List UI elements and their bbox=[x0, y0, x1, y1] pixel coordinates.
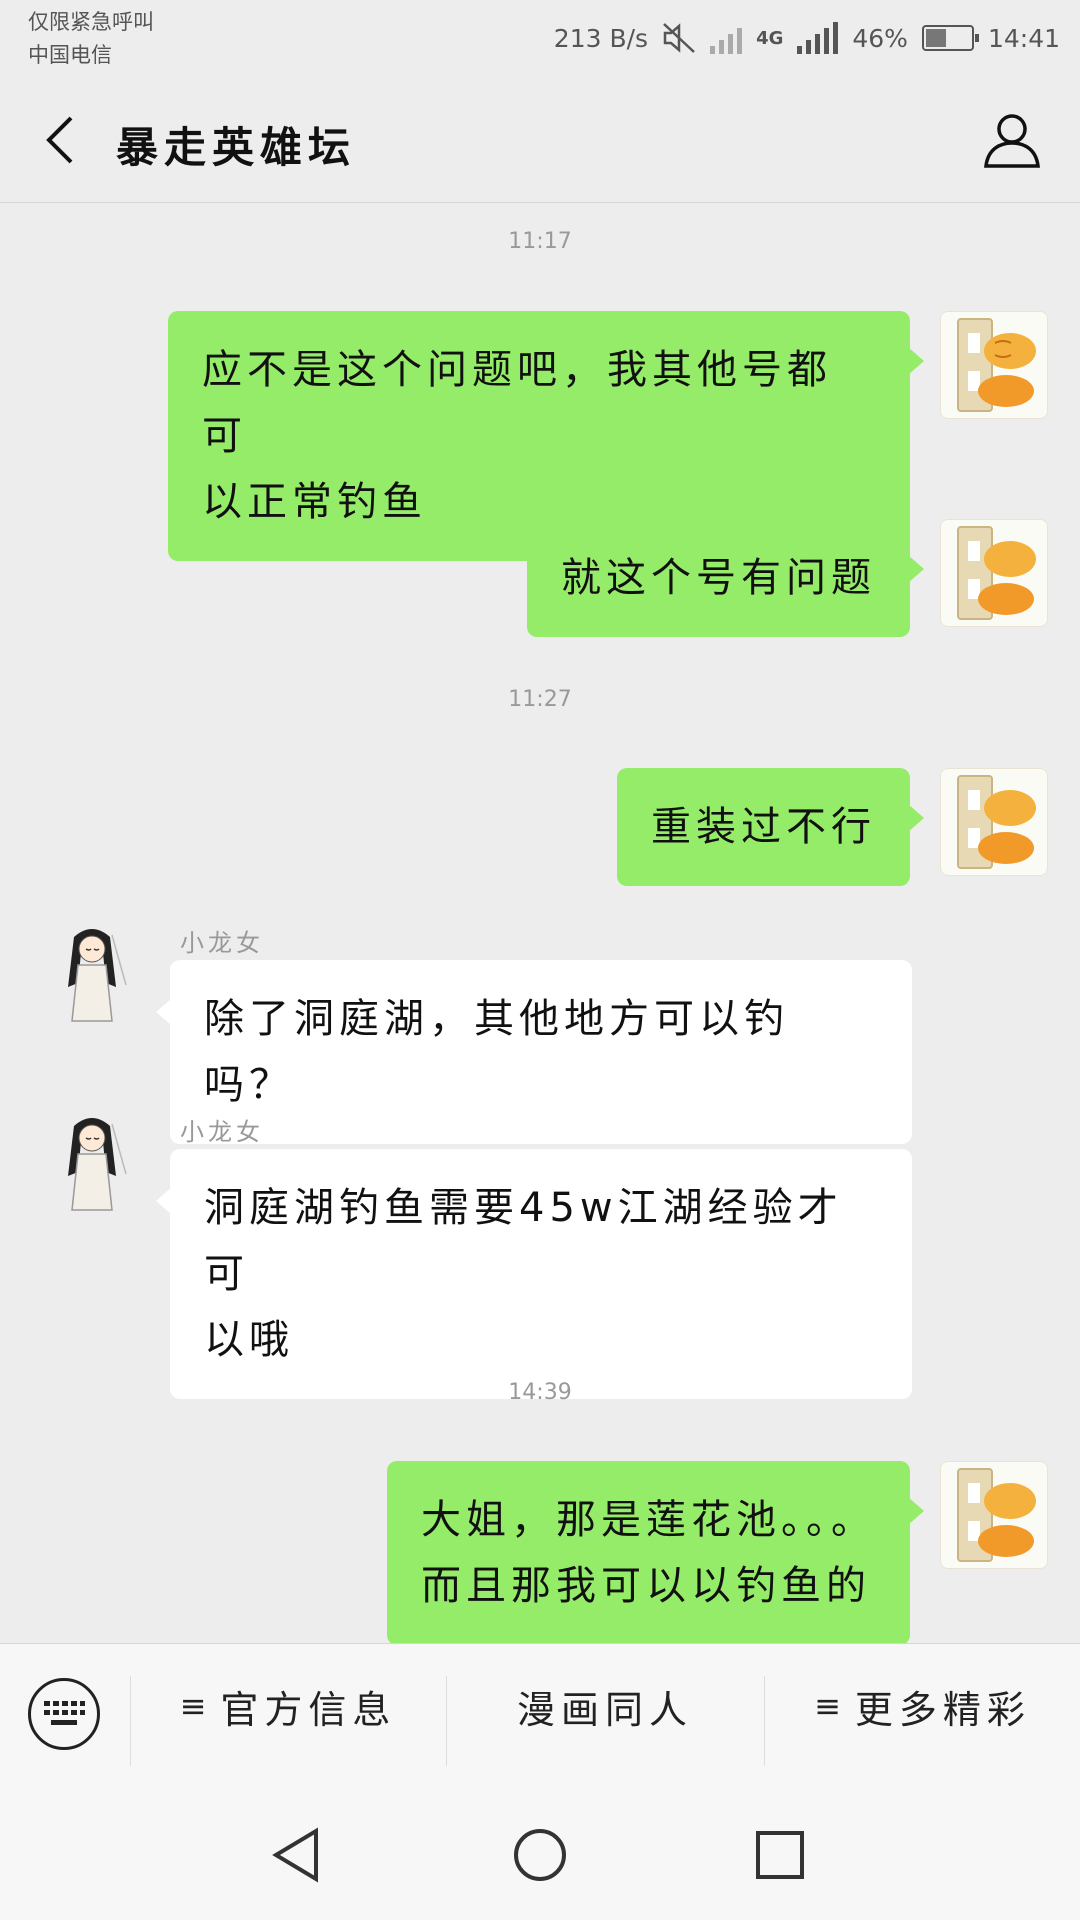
timestamp: 14:39 bbox=[508, 1380, 572, 1405]
status-icons: 213 B/s 4G 46% 14:41 bbox=[554, 18, 1060, 58]
clock: 14:41 bbox=[987, 23, 1060, 53]
back-button[interactable] bbox=[30, 110, 90, 170]
carrier-name: 中国电信 bbox=[28, 43, 112, 67]
my-avatar[interactable] bbox=[940, 519, 1048, 627]
list-icon: ≡ bbox=[179, 1687, 207, 1725]
menu-label: 官方信息 bbox=[220, 1687, 397, 1732]
other-avatar[interactable] bbox=[52, 1112, 132, 1220]
keyboard-icon bbox=[44, 1701, 85, 1725]
other-avatar[interactable] bbox=[52, 923, 132, 1031]
square-recents-icon bbox=[756, 1831, 804, 1879]
message-list[interactable]: 11:17 应不是这个问题吧，我其他号都可 以正常钓鱼 就这个号有问题 11:2… bbox=[0, 203, 1080, 1643]
message-bubble-mine[interactable]: 就这个号有问题 bbox=[527, 519, 924, 637]
message-line: 就这个号有问题 bbox=[561, 555, 876, 601]
keyboard-toggle-button[interactable] bbox=[28, 1678, 100, 1750]
my-avatar[interactable] bbox=[940, 1461, 1048, 1569]
status-bar: 仅限紧急呼叫 中国电信 213 B/s 4G 46% 14:41 bbox=[0, 0, 1080, 80]
profile-button[interactable] bbox=[980, 108, 1044, 172]
message-line: 洞庭湖钓鱼需要45w江湖经验才可 bbox=[204, 1185, 843, 1297]
net-speed: 213 B/s bbox=[553, 23, 649, 53]
message-line: 以哦 bbox=[204, 1317, 294, 1363]
cat-sticker-avatar bbox=[957, 526, 1036, 620]
chevron-left-icon bbox=[46, 116, 73, 164]
message-line: 应不是这个问题吧，我其他号都可 bbox=[202, 347, 832, 459]
message-bubble-mine[interactable]: 重装过不行 bbox=[617, 768, 924, 886]
emergency-only-text: 仅限紧急呼叫 bbox=[28, 10, 154, 34]
cat-sticker-avatar bbox=[957, 318, 1036, 412]
battery-level bbox=[925, 29, 947, 47]
timestamp: 11:27 bbox=[508, 687, 572, 712]
menu-comics-fanart[interactable]: 漫画同人 bbox=[447, 1644, 763, 1768]
message-line: 重装过不行 bbox=[651, 804, 876, 850]
girl-avatar bbox=[68, 929, 127, 1022]
message-line: 大姐，那是莲花池。。。 bbox=[421, 1497, 876, 1543]
signal-icon bbox=[797, 22, 839, 54]
system-navigation-bar bbox=[0, 1793, 1080, 1920]
message-line: 而且那我可以以钓鱼的 bbox=[421, 1563, 871, 1609]
message-bubble-other[interactable]: 洞庭湖钓鱼需要45w江湖经验才可 以哦 bbox=[156, 1149, 912, 1399]
service-menu-bar: ≡ 官方信息 漫画同人 ≡ 更多精彩 bbox=[0, 1643, 1080, 1794]
chat-header: 暴走英雄坛 bbox=[0, 80, 1080, 203]
message-bubble-mine[interactable]: 大姐，那是莲花池。。。 而且那我可以以钓鱼的 bbox=[387, 1461, 924, 1643]
cat-sticker-avatar bbox=[957, 775, 1036, 869]
triangle-back-icon bbox=[272, 1827, 318, 1883]
battery-percent: 46% bbox=[852, 23, 908, 53]
my-avatar[interactable] bbox=[940, 311, 1048, 419]
menu-more[interactable]: ≡ 更多精彩 bbox=[765, 1644, 1080, 1768]
nav-home-button[interactable] bbox=[510, 1825, 570, 1885]
nav-recents-button[interactable] bbox=[750, 1825, 810, 1885]
message-line: 除了洞庭湖，其他地方可以钓吗？ bbox=[204, 996, 789, 1108]
person-icon bbox=[984, 114, 1040, 168]
battery-icon bbox=[921, 25, 979, 51]
sim2-signal-icon bbox=[710, 22, 743, 54]
sender-name: 小龙女 bbox=[180, 1118, 264, 1146]
message-bubble-other[interactable]: 除了洞庭湖，其他地方可以钓吗？ bbox=[156, 960, 912, 1144]
mute-icon bbox=[663, 23, 695, 53]
cat-sticker-avatar bbox=[957, 1468, 1036, 1562]
my-avatar[interactable] bbox=[940, 768, 1048, 876]
list-icon: ≡ bbox=[814, 1687, 841, 1725]
sender-name: 小龙女 bbox=[180, 929, 264, 957]
menu-label: 更多精彩 bbox=[854, 1687, 1031, 1732]
network-type: 4G bbox=[756, 27, 784, 49]
carrier-info: 仅限紧急呼叫 中国电信 bbox=[28, 6, 154, 72]
timestamp: 11:17 bbox=[508, 229, 572, 254]
menu-label: 漫画同人 bbox=[516, 1687, 693, 1732]
page-title: 暴走英雄坛 bbox=[116, 123, 357, 172]
nav-back-button[interactable] bbox=[268, 1825, 328, 1885]
circle-home-icon bbox=[514, 1829, 566, 1881]
menu-official-info[interactable]: ≡ 官方信息 bbox=[131, 1644, 445, 1768]
girl-avatar bbox=[68, 1118, 127, 1211]
